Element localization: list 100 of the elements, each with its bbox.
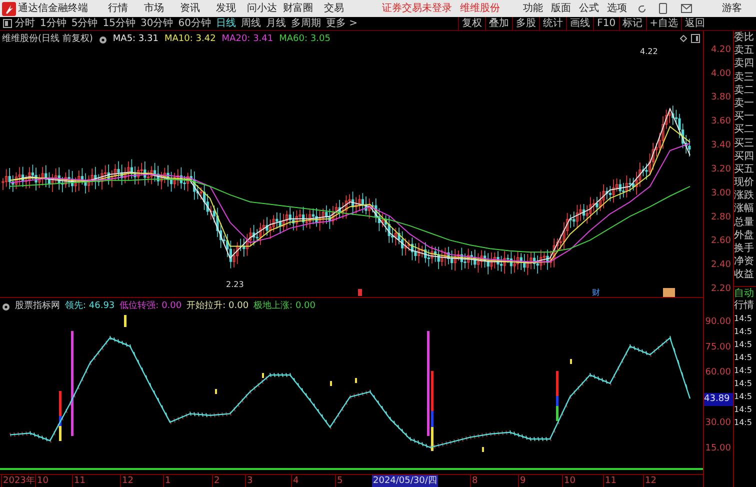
toolbar-button[interactable]: 画线 — [566, 17, 594, 30]
date-axis-label: 10 — [562, 475, 576, 487]
quote-field-label: 自动 — [734, 286, 756, 299]
ma-legend-value: MA60: 3.05 — [279, 33, 330, 46]
panel-toggle-icon[interactable] — [3, 19, 12, 28]
quote-field-label: 买四 — [734, 150, 755, 163]
menu-item[interactable]: 功能 — [523, 1, 543, 16]
period-tab[interactable]: 15分钟 — [102, 16, 136, 31]
menu-item[interactable]: 版面 — [551, 1, 571, 16]
menu-item[interactable]: 财富圈 — [280, 1, 316, 16]
trade-time: 14:5 — [734, 378, 753, 390]
date-axis-label: 11 — [603, 475, 618, 487]
panel-icon[interactable] — [691, 34, 700, 43]
period-tab[interactable]: 多周期 — [290, 16, 321, 31]
toolbar-button[interactable]: 叠加 — [485, 17, 512, 30]
quote-field-label: 净资 — [734, 255, 755, 268]
phone-icon[interactable] — [659, 3, 667, 14]
indicator-legend-value: 低位转强: 0.00 — [120, 300, 182, 313]
refresh-icon[interactable] — [637, 4, 647, 14]
indicator-axis-label: 90.00 — [705, 317, 731, 327]
indicator-title: 股票指标网 — [15, 300, 60, 313]
menu-item[interactable]: 资讯 — [172, 1, 208, 16]
status-notice[interactable]: 维维股份 — [460, 1, 500, 16]
period-tab[interactable]: 更多 > — [326, 16, 358, 31]
diamond-icon[interactable] — [680, 35, 687, 42]
indicator-axis-label: 30.00 — [705, 418, 731, 428]
date-axis-label: 2024/05/30/四 — [372, 475, 438, 487]
menu-item[interactable]: 公式 — [579, 1, 599, 16]
period-tab[interactable]: 60分钟 — [178, 16, 211, 31]
signal-mark — [215, 389, 217, 394]
trade-time: 14:5 — [734, 416, 753, 429]
trade-time: 14:5 — [734, 326, 753, 338]
signal-bar — [59, 391, 62, 441]
menu-item[interactable]: 交易 — [316, 1, 352, 16]
ma-legend-value: MA20: 3.41 — [222, 33, 274, 46]
toolbar-button[interactable]: 返回 — [681, 17, 708, 30]
date-axis-label: 8 — [470, 475, 479, 487]
price-axis-label: 3.60 — [710, 116, 731, 127]
ma-legend-value: MA10: 3.42 — [164, 33, 216, 46]
period-tab[interactable]: 30分钟 — [140, 16, 174, 31]
toolbar-button[interactable]: 复权 — [458, 17, 486, 30]
date-axis-label: 2023年 — [1, 475, 36, 487]
menu-item[interactable]: 选项 — [607, 1, 627, 16]
date-axis-label: 9 — [518, 475, 527, 487]
menu-item[interactable]: 发现 — [208, 1, 244, 16]
indicator-axis-label: 15.00 — [705, 443, 731, 454]
indicator-axis-label: 75.00 — [705, 342, 731, 352]
menu-item[interactable]: 问小达 — [244, 1, 280, 16]
signal-mark — [262, 373, 264, 378]
quote-field-label: 总量 — [734, 216, 755, 229]
date-axis-label: 11 — [72, 475, 86, 487]
date-axis-label: 2 — [212, 475, 221, 487]
quote-field-label: 行情 — [734, 298, 755, 312]
period-tab[interactable]: 周线 — [240, 16, 261, 31]
signal-bar — [556, 371, 558, 421]
quote-field-label: 收益 — [734, 268, 755, 282]
indicator-legend-value: 领先: 46.93 — [65, 300, 115, 313]
period-tab[interactable]: 5分钟 — [71, 16, 98, 31]
indicator-axis-label: 60.00 — [705, 368, 731, 378]
indicator-legend-value: 开始拉升: 0.00 — [186, 300, 249, 313]
toolbar-button[interactable]: F10 — [593, 17, 619, 30]
period-tab[interactable]: 日线 — [216, 16, 236, 31]
status-notice[interactable]: 证券交易未登录 — [382, 1, 452, 16]
message-icon[interactable] — [681, 4, 692, 13]
user-name[interactable]: 游客 — [722, 1, 742, 16]
period-tab[interactable]: 1分钟 — [40, 16, 66, 31]
quote-field-label: 外盘 — [734, 228, 755, 242]
gear-icon[interactable] — [2, 302, 10, 311]
date-axis-label: 3 — [245, 475, 254, 487]
event-marker: 财 — [592, 287, 600, 299]
toolbar-button[interactable]: 统计 — [539, 17, 566, 30]
trade-time: 14:5 — [734, 352, 753, 364]
quote-field-label: 委比 — [734, 31, 755, 44]
app-logo-icon — [2, 2, 16, 16]
period-tab[interactable]: 月线 — [266, 16, 286, 31]
quote-field-label: 换手 — [734, 242, 755, 256]
price-axis-label: 3.80 — [710, 92, 731, 103]
signal-mark — [355, 378, 357, 383]
price-axis-label: 3.20 — [710, 164, 731, 174]
toolbar-button[interactable]: 标记 — [618, 17, 646, 30]
signal-mark — [570, 359, 572, 364]
trade-time: 14:5 — [734, 404, 753, 416]
period-tab[interactable]: 分时 — [15, 16, 35, 31]
quote-field-label: 现价 — [734, 176, 755, 190]
toolbar-button[interactable]: 多股 — [512, 17, 540, 30]
menu-item[interactable]: 行情 — [100, 1, 136, 16]
gear-icon[interactable] — [98, 36, 107, 44]
date-axis-label: 12 — [643, 475, 658, 487]
price-axis-label: 2.20 — [710, 284, 731, 294]
menu-item[interactable]: 市场 — [136, 1, 172, 16]
price-axis-label: 2.80 — [710, 212, 731, 222]
quote-field-label: 卖五 — [734, 44, 755, 58]
trade-time: 14:5 — [734, 390, 753, 403]
signal-bar — [124, 315, 126, 327]
price-axis-label: 3.00 — [710, 188, 731, 198]
trade-time: 14:5 — [734, 312, 753, 325]
toolbar-button[interactable]: +自选 — [646, 17, 681, 30]
date-axis-label: 5 — [335, 475, 344, 487]
price-axis-label: 4.20 — [710, 44, 731, 55]
date-axis-label: 10 — [35, 475, 50, 487]
